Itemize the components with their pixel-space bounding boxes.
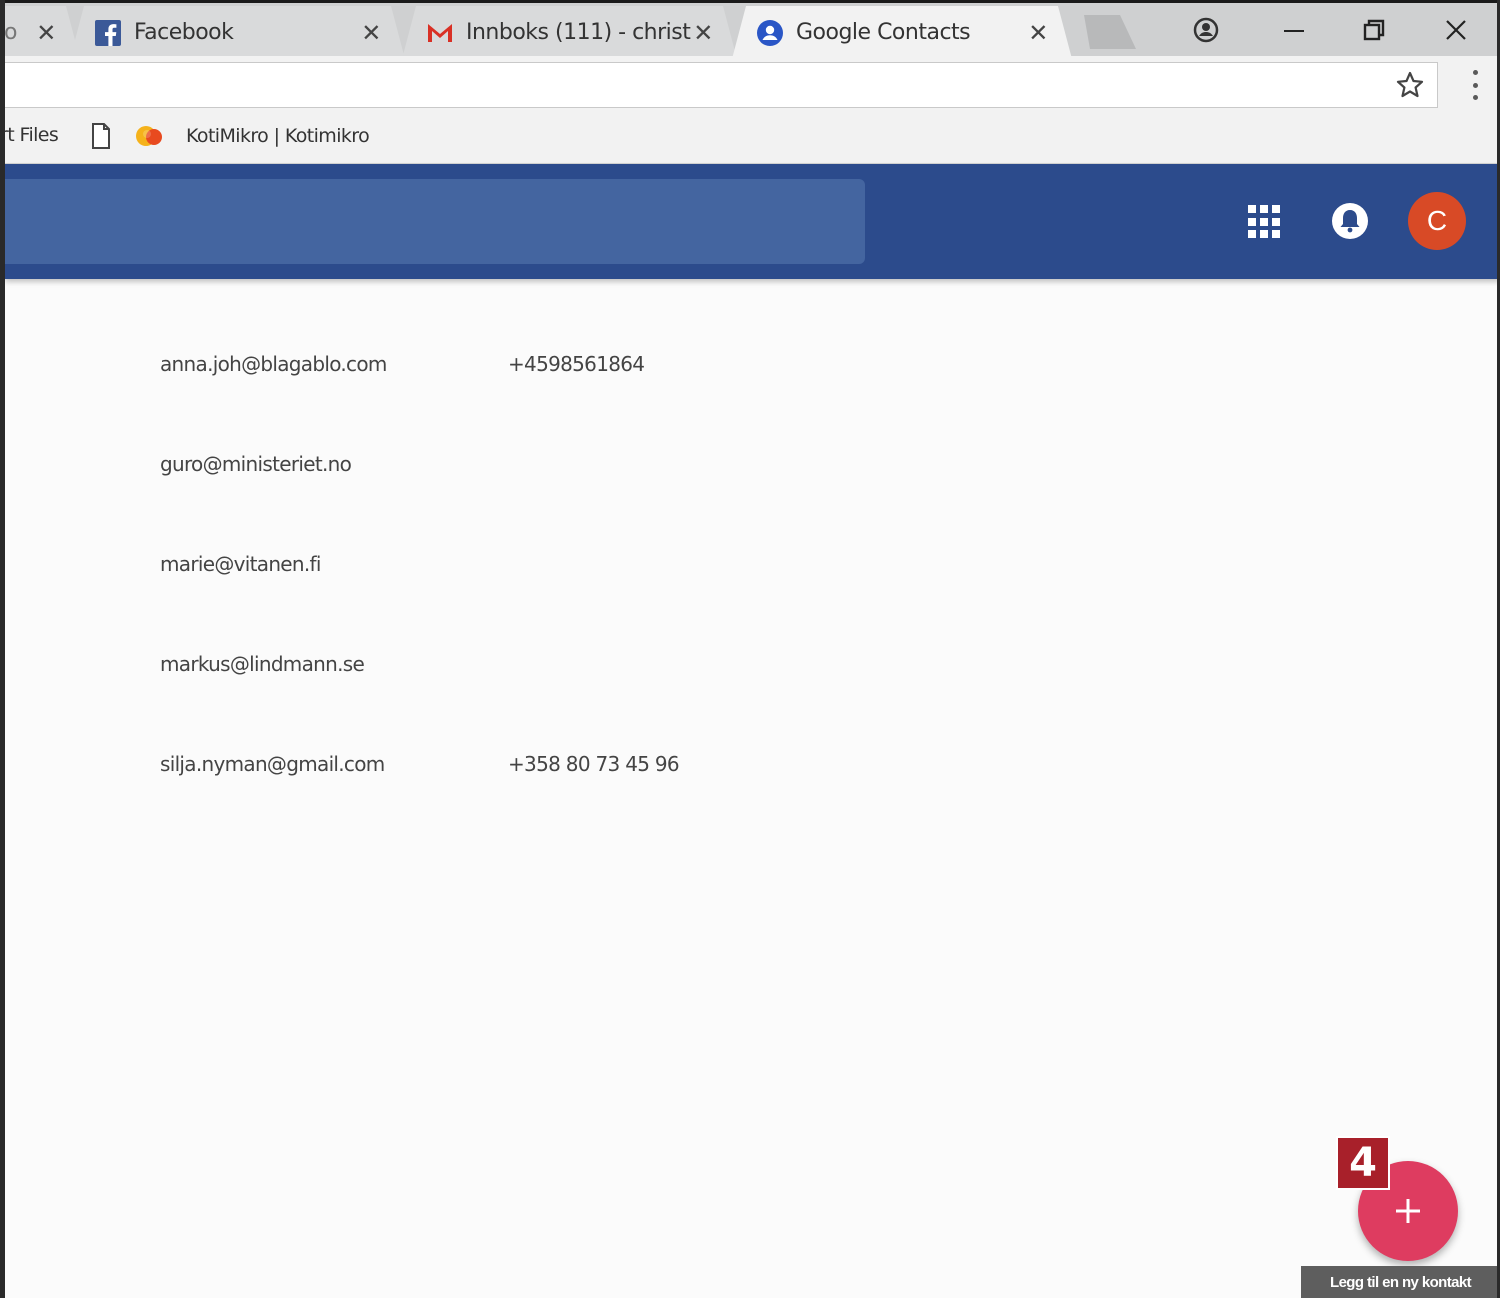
contact-row[interactable]: silja.nyman@gmail.com +358 80 73 45 96 (5, 679, 1500, 779)
close-window-button[interactable] (1416, 6, 1496, 54)
bookmark-page[interactable] (90, 122, 112, 150)
contact-row[interactable]: markus@lindmann.se (5, 579, 1500, 679)
app-header: C (5, 164, 1500, 279)
restore-icon (1363, 19, 1385, 41)
tab-title: Innboks (111) - christof (466, 20, 691, 45)
close-icon[interactable]: ✕ (359, 19, 383, 47)
contact-email: markus@lindmann.se (160, 652, 365, 676)
contact-email: silja.nyman@gmail.com (160, 752, 385, 776)
browser-menu-icon[interactable] (1468, 70, 1482, 100)
address-bar[interactable] (0, 62, 1438, 108)
plus-icon (1396, 1199, 1420, 1223)
tab-partial[interactable]: o ✕ (0, 6, 80, 59)
notifications-icon[interactable] (1330, 201, 1370, 241)
contact-row[interactable]: marie@vitanen.fi (5, 479, 1500, 579)
tab-title: o (4, 20, 17, 45)
search-input[interactable] (5, 179, 865, 264)
tab-title: Facebook (134, 20, 234, 45)
tab-google-contacts[interactable]: Google Contacts ✕ (732, 6, 1072, 59)
contact-list: anna.joh@blagablo.com +4598561864 guro@m… (5, 279, 1500, 1298)
facebook-icon (94, 19, 122, 47)
contact-phone: +358 80 73 45 96 (508, 752, 680, 776)
new-tab-button[interactable] (1074, 15, 1136, 49)
bookmark-star-icon[interactable] (1395, 70, 1425, 100)
step-callout-badge: 4 (1336, 1136, 1390, 1190)
tab-facebook[interactable]: Facebook ✕ (70, 6, 405, 59)
contact-email: guro@ministeriet.no (160, 452, 352, 476)
gmail-icon (426, 19, 454, 47)
close-icon[interactable]: ✕ (34, 19, 58, 47)
kotimikro-icon (136, 126, 162, 146)
bookmark-label: rt Files (0, 124, 59, 146)
contact-email: anna.joh@blagablo.com (160, 352, 387, 376)
add-contact-tooltip: Legg til en ny kontakt (1301, 1266, 1500, 1298)
contact-email: marie@vitanen.fi (160, 552, 321, 576)
profile-button[interactable] (1166, 6, 1246, 54)
minimize-icon (1284, 30, 1304, 32)
bookmark-kotimikro[interactable]: KotiMikro | Kotimikro (134, 121, 370, 151)
browser-tabstrip: o ✕ Facebook ✕ Innboks (111) - christof … (0, 0, 1500, 56)
close-icon[interactable]: ✕ (1026, 19, 1050, 47)
browser-toolbar (0, 56, 1500, 112)
bookmark-files[interactable]: rt Files (0, 124, 59, 146)
minimize-button[interactable] (1254, 6, 1334, 54)
restore-button[interactable] (1334, 6, 1414, 54)
close-icon (1446, 20, 1466, 40)
tab-title: Google Contacts (796, 20, 971, 45)
contacts-icon (756, 19, 784, 47)
tab-gmail[interactable]: Innboks (111) - christof ✕ (402, 6, 737, 59)
user-icon (1193, 17, 1219, 43)
page-icon (92, 123, 110, 149)
contact-row[interactable]: guro@ministeriet.no (5, 379, 1500, 479)
window-frame-left (0, 0, 5, 1298)
close-icon[interactable]: ✕ (691, 19, 715, 47)
contact-phone: +4598561864 (508, 352, 645, 376)
contact-row[interactable]: anna.joh@blagablo.com +4598561864 (5, 279, 1500, 379)
account-avatar[interactable]: C (1408, 192, 1466, 250)
bookmark-label: KotiMikro | Kotimikro (186, 125, 370, 147)
apps-grid-icon[interactable] (1248, 205, 1282, 239)
bookmarks-bar: rt Files KotiMikro | Kotimikro (0, 112, 1500, 164)
